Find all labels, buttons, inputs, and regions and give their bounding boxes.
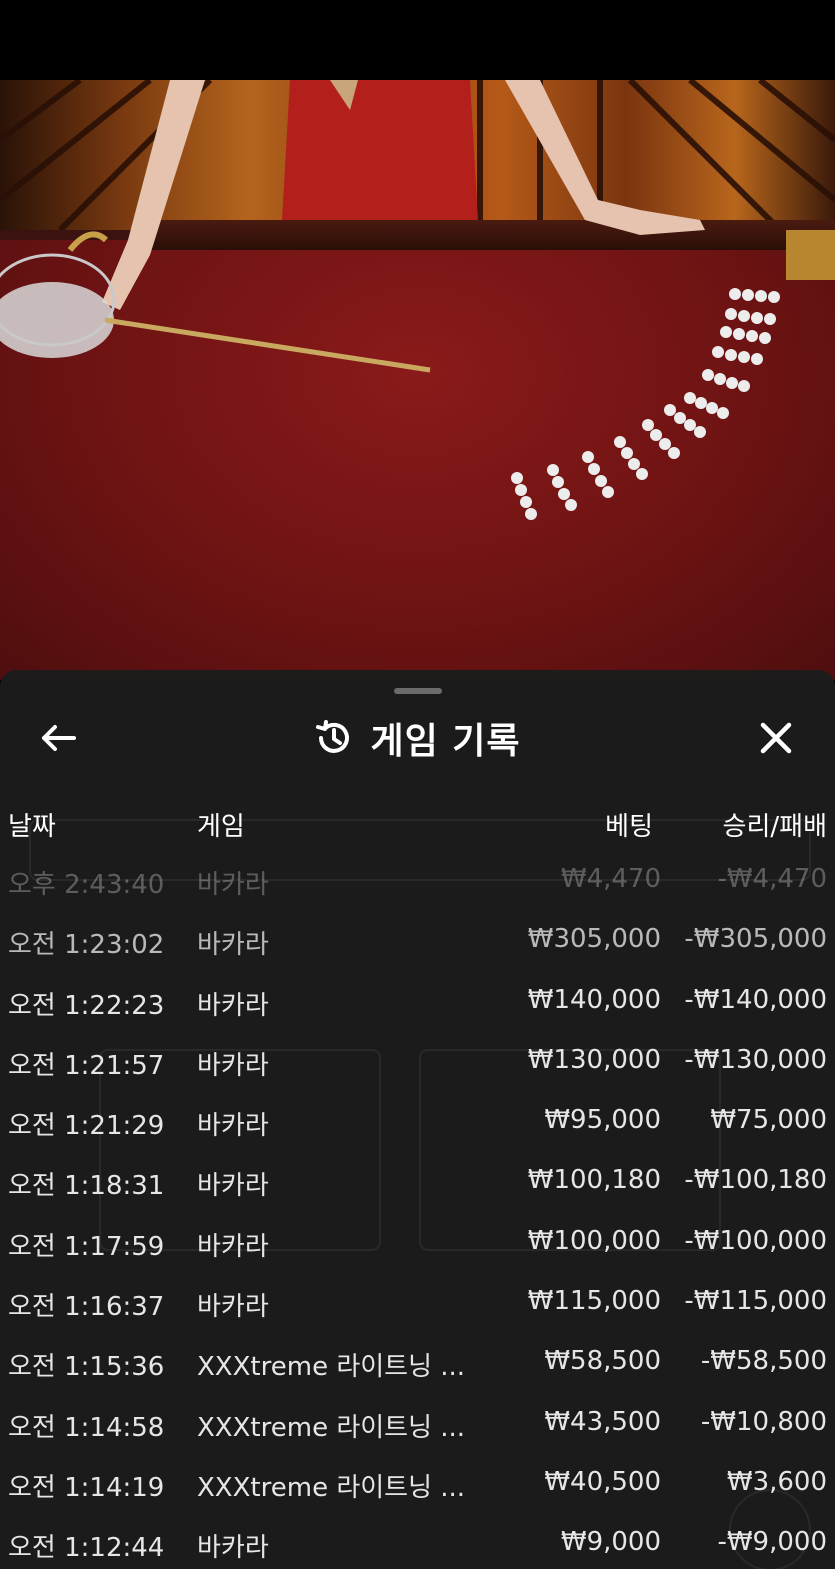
row-date: 오전 1:21:57	[8, 1050, 165, 1081]
history-row[interactable]: 오전 1:21:57 바카라 ₩130,000 -₩130,000	[0, 1031, 835, 1091]
history-row[interactable]: 오전 1:21:29 바카라 ₩95,000 ₩75,000	[0, 1091, 835, 1151]
history-row[interactable]: 오전 1:18:31 바카라 ₩100,180 -₩100,180	[0, 1151, 835, 1211]
row-game: XXXtreme 라이트닝 ...	[197, 1352, 466, 1383]
row-win-loss: -₩100,000	[684, 1225, 827, 1256]
row-date: 오전 1:17:59	[8, 1231, 165, 1262]
row-date: 오전 1:15:36	[8, 1352, 165, 1383]
sheet-title: 게임 기록	[370, 721, 521, 762]
history-row[interactable]: 오전 1:15:36 XXXtreme 라이트닝 ... ₩58,500 -₩5…	[0, 1332, 835, 1392]
row-game: 바카라	[197, 1050, 269, 1081]
column-headers: 날짜 게임 베팅 승리/패배	[0, 798, 835, 848]
sheet-header: 게임 기록	[0, 706, 835, 770]
history-row[interactable]: 오전 1:23:02 바카라 ₩305,000 -₩305,000	[0, 910, 835, 970]
row-win-loss: -₩305,000	[684, 924, 827, 955]
row-bet: ₩4,470	[560, 864, 661, 894]
row-bet: ₩100,000	[527, 1225, 661, 1256]
row-bet: ₩100,180	[527, 1165, 661, 1196]
row-bet: ₩95,000	[544, 1105, 661, 1136]
close-x-icon	[760, 722, 792, 754]
drag-handle[interactable]	[394, 688, 442, 694]
row-bet: ₩305,000	[527, 924, 661, 955]
row-bet: ₩140,000	[527, 984, 661, 1015]
row-game: 바카라	[197, 1292, 269, 1323]
row-win-loss: -₩58,500	[700, 1346, 827, 1377]
app-root: 게임 기록 날짜 게임 베팅 승리/패배 오후 2:43:40 바카라 ₩4,4…	[0, 0, 835, 1569]
close-button[interactable]	[748, 714, 804, 762]
history-row[interactable]: 오전 1:16:37 바카라 ₩115,000 -₩115,000	[0, 1272, 835, 1332]
row-game: 바카라	[197, 1533, 269, 1564]
row-game: XXXtreme 라이트닝 ...	[197, 1412, 466, 1443]
game-history-sheet: 게임 기록 날짜 게임 베팅 승리/패배 오후 2:43:40 바카라 ₩4,4…	[0, 670, 835, 1569]
row-win-loss: -₩100,180	[684, 1165, 827, 1196]
row-game: 바카라	[197, 870, 269, 900]
row-win-loss: -₩140,000	[684, 984, 827, 1015]
row-date: 오전 1:16:37	[8, 1292, 165, 1323]
row-bet: ₩9,000	[560, 1527, 661, 1558]
history-list[interactable]: 오후 2:43:40 바카라 ₩4,470 -₩4,470 오전 1:23:02…	[0, 850, 835, 1569]
row-win-loss: -₩9,000	[717, 1527, 827, 1558]
row-bet: ₩40,500	[544, 1466, 661, 1497]
row-bet: ₩43,500	[544, 1406, 661, 1437]
row-date: 오전 1:23:02	[8, 930, 165, 961]
row-win-loss: -₩130,000	[684, 1044, 827, 1075]
row-date: 오전 1:22:23	[8, 990, 165, 1021]
arrow-left-icon	[42, 725, 76, 751]
status-bar	[0, 0, 835, 80]
row-game: 바카라	[197, 930, 269, 961]
row-game: 바카라	[197, 990, 269, 1021]
live-video-feed[interactable]	[0, 80, 835, 680]
history-row[interactable]: 오전 1:14:19 XXXtreme 라이트닝 ... ₩40,500 ₩3,…	[0, 1453, 835, 1513]
row-date: 오전 1:18:31	[8, 1171, 165, 1202]
row-win-loss: ₩3,600	[726, 1466, 827, 1497]
history-row[interactable]: 오전 1:22:23 바카라 ₩140,000 -₩140,000	[0, 971, 835, 1031]
header-date: 날짜	[8, 812, 56, 842]
history-clock-icon	[316, 720, 350, 753]
header-win-loss: 승리/패배	[722, 812, 827, 842]
row-date: 오후 2:43:40	[8, 870, 165, 900]
row-game: 바카라	[197, 1231, 269, 1262]
row-bet: ₩115,000	[527, 1286, 661, 1317]
row-game: 바카라	[197, 1171, 269, 1202]
history-row[interactable]: 오후 2:43:40 바카라 ₩4,470 -₩4,470	[0, 850, 835, 910]
header-bet: 베팅	[605, 812, 653, 842]
row-bet: ₩58,500	[544, 1346, 661, 1377]
row-win-loss: ₩75,000	[710, 1105, 827, 1136]
row-win-loss: -₩4,470	[717, 864, 827, 894]
row-date: 오전 1:14:58	[8, 1412, 165, 1443]
row-win-loss: -₩10,800	[700, 1406, 827, 1437]
history-row[interactable]: 오전 1:17:59 바카라 ₩100,000 -₩100,000	[0, 1212, 835, 1272]
row-date: 오전 1:12:44	[8, 1533, 165, 1564]
dealer-scene	[0, 80, 835, 520]
row-game: XXXtreme 라이트닝 ...	[197, 1472, 466, 1503]
history-row[interactable]: 오전 1:12:44 바카라 ₩9,000 -₩9,000	[0, 1513, 835, 1569]
history-row[interactable]: 오전 1:14:58 XXXtreme 라이트닝 ... ₩43,500 -₩1…	[0, 1393, 835, 1453]
row-win-loss: -₩115,000	[684, 1286, 827, 1317]
row-game: 바카라	[197, 1111, 269, 1142]
row-date: 오전 1:21:29	[8, 1111, 165, 1142]
sheet-title-group: 게임 기록	[0, 706, 835, 770]
back-button[interactable]	[30, 714, 86, 762]
header-game: 게임	[197, 812, 245, 842]
row-date: 오전 1:14:19	[8, 1472, 165, 1503]
row-bet: ₩130,000	[527, 1044, 661, 1075]
